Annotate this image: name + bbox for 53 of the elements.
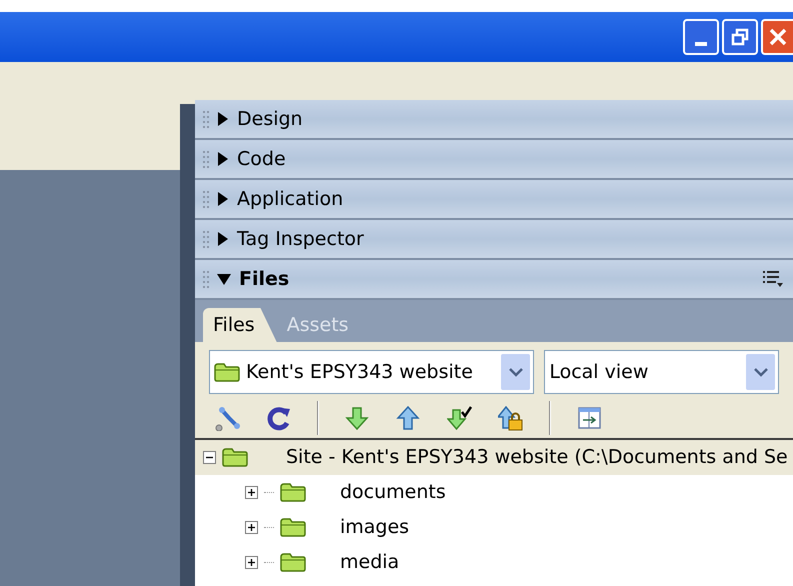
close-button[interactable]	[761, 19, 793, 55]
panel-header[interactable]: Files	[195, 260, 793, 300]
grip-icon[interactable]	[203, 270, 209, 288]
tree-label[interactable]: documents	[340, 478, 446, 507]
triangle-right-icon	[217, 112, 229, 126]
tree-label[interactable]: images	[340, 513, 410, 542]
panel-title: Files	[239, 266, 290, 292]
down-arrow-check-icon[interactable]	[447, 406, 472, 430]
panel-header[interactable]: Design	[195, 100, 793, 140]
grip-icon[interactable]	[203, 150, 209, 168]
panel-title: Tag Inspector	[237, 226, 364, 252]
plugs-icon[interactable]	[215, 406, 240, 430]
view-select[interactable]: Local view	[544, 350, 779, 394]
restore-icon	[731, 28, 749, 46]
folder-icon	[214, 362, 240, 382]
folder-icon	[280, 517, 306, 538]
triangle-right-icon	[217, 152, 229, 166]
grip-icon[interactable]	[203, 110, 209, 128]
grip-icon[interactable]	[203, 230, 209, 248]
tree-row[interactable]: documents	[195, 475, 793, 510]
folder-icon	[222, 447, 248, 468]
expand-icon[interactable]	[245, 556, 258, 569]
tree-row[interactable]: media	[195, 545, 793, 580]
grip-icon[interactable]	[203, 190, 209, 208]
panel-header[interactable]: Code	[195, 140, 793, 180]
site-select[interactable]: Kent's EPSY343 website	[209, 350, 534, 394]
minimize-button[interactable]	[683, 19, 719, 55]
panel-header[interactable]: Application	[195, 180, 793, 220]
window-icon[interactable]	[577, 406, 602, 430]
refresh-icon[interactable]	[266, 406, 291, 430]
tree-row[interactable]: Site - Kent's EPSY343 website (C:\Documents and Se	[195, 440, 793, 475]
expand-icon[interactable]	[245, 486, 258, 499]
collapse-icon[interactable]	[203, 451, 216, 464]
down-arrow-icon[interactable]	[345, 406, 370, 430]
tree-row[interactable]: images	[195, 510, 793, 545]
tree-label[interactable]: Site - Kent's EPSY343 website (C:\Documents and Se	[286, 443, 788, 472]
up-arrow-lock-icon[interactable]	[498, 406, 523, 430]
up-arrow-icon[interactable]	[396, 406, 421, 430]
options-menu-icon[interactable]	[763, 270, 783, 288]
panel-title: Application	[237, 186, 344, 212]
close-icon	[769, 28, 787, 46]
expand-icon[interactable]	[245, 521, 258, 534]
panel-header[interactable]: Tag Inspector	[195, 220, 793, 260]
folder-icon	[280, 552, 306, 573]
tree-label[interactable]: media	[340, 548, 400, 577]
triangle-right-icon	[217, 232, 229, 246]
tab[interactable]: Files	[203, 308, 277, 342]
panel-title: Code	[237, 146, 286, 172]
folder-icon	[280, 482, 306, 503]
panel-title: Design	[237, 106, 303, 132]
restore-button[interactable]	[722, 19, 758, 55]
triangle-down-icon	[217, 272, 231, 286]
triangle-right-icon	[217, 192, 229, 206]
